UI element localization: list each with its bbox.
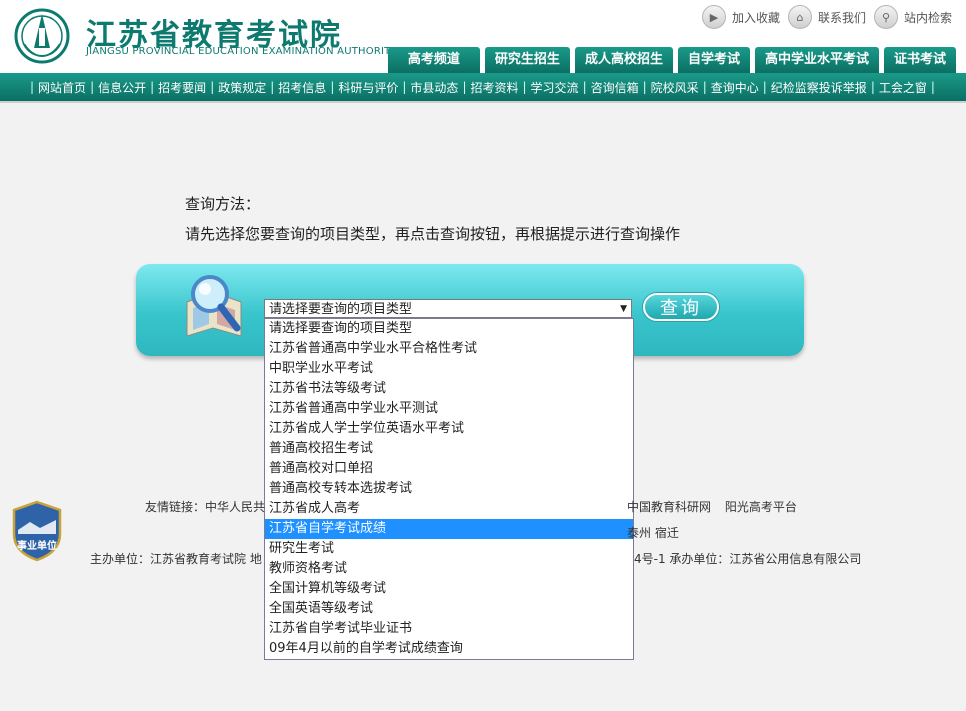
nav-query-center[interactable]: 查询中心 <box>711 79 759 96</box>
public-institution-badge-icon[interactable] <box>10 500 64 562</box>
add-favorite-link[interactable]: ▶ 加入收藏 <box>701 5 780 29</box>
option-ncre[interactable]: 全国计算机等级考试 <box>265 579 633 599</box>
nav-exchange[interactable]: 学习交流 <box>531 79 579 96</box>
nav-complaints[interactable]: 纪检监察投诉举报 <box>771 79 867 96</box>
option-college-admission[interactable]: 普通高校招生考试 <box>265 439 633 459</box>
nav-info-public[interactable]: 信息公开 <box>98 79 146 96</box>
contact-us-link[interactable]: ⌂ 联系我们 <box>787 5 866 29</box>
tab-adult-college[interactable]: 成人高校招生 <box>574 47 673 73</box>
query-method-text: 请先选择您要查询的项目类型，再点击查询按钮，再根据提示进行查询操作 <box>185 225 681 243</box>
home-icon: ⌂ <box>787 5 812 29</box>
tab-graduate[interactable]: 研究生招生 <box>484 47 570 73</box>
option-pre-2009-self-study[interactable]: 09年4月以前的自学考试成绩查询 <box>265 639 633 659</box>
nav-policy[interactable]: 政策规定 <box>218 79 266 96</box>
nav-city-news[interactable]: 市县动态 <box>410 79 458 96</box>
option-self-study-scores[interactable]: 江苏省自学考试成绩 <box>265 519 633 539</box>
map-magnifier-icon <box>186 275 242 337</box>
nav-news[interactable]: 招考要闻 <box>158 79 206 96</box>
site-header: 江苏省教育考试院 JIANGSU PROVINCIAL EDUCATION EX… <box>0 0 966 102</box>
add-favorite-label: 加入收藏 <box>731 10 780 25</box>
tab-gaokao[interactable]: 高考频道 <box>387 47 480 73</box>
option-teacher-qualification[interactable]: 教师资格考试 <box>265 559 633 579</box>
site-logo-subtitle: JIANGSU PROVINCIAL EDUCATION EXAMINATION… <box>86 46 397 57</box>
tab-self-study[interactable]: 自学考试 <box>677 47 750 73</box>
city-links-right[interactable]: 泰州 宿迁 <box>627 524 679 541</box>
option-placeholder[interactable]: 请选择要查询的项目类型 <box>265 319 633 339</box>
option-adult-bachelor-english[interactable]: 江苏省成人学士学位英语水平考试 <box>265 419 633 439</box>
nav-colleges[interactable]: 院校风采 <box>651 79 699 96</box>
top-links: ▶ 加入收藏 ⌂ 联系我们 ⚲ 站内检索 <box>701 5 952 29</box>
logo-emblem-icon <box>14 8 70 64</box>
nav-shadow <box>0 101 966 103</box>
site-search-label: 站内检索 <box>903 10 952 25</box>
nav-union[interactable]: 工会之窗 <box>879 79 927 96</box>
tab-high-school-level[interactable]: 高中学业水平考试 <box>754 47 879 73</box>
nav-materials[interactable]: 招考资料 <box>470 79 518 96</box>
friendly-links-prefix: 友情链接：中华人民共 <box>145 500 266 514</box>
badge-label: 事业单位 <box>17 541 57 552</box>
option-graduate-exam[interactable]: 研究生考试 <box>265 539 633 559</box>
dropdown-arrow-icon: ▼ <box>620 304 627 314</box>
nav-research[interactable]: 科研与评价 <box>338 79 398 96</box>
query-method-title: 查询方法： <box>185 195 261 213</box>
channel-tabs: 高考频道 研究生招生 成人高校招生 自学考试 高中学业水平考试 证书考试 <box>387 47 956 73</box>
option-vocational-admission[interactable]: 普通高校对口单招 <box>265 459 633 479</box>
tab-certificate[interactable]: 证书考试 <box>883 47 956 73</box>
option-adult-gaokao[interactable]: 江苏省成人高考 <box>265 499 633 519</box>
nav-home[interactable]: 网站首页 <box>38 79 86 96</box>
link-chsi[interactable]: 阳光高考平台 <box>725 500 797 514</box>
nav-exam-info[interactable]: 招考信息 <box>278 79 326 96</box>
option-calligraphy[interactable]: 江苏省书法等级考试 <box>265 379 633 399</box>
query-type-select[interactable]: 请选择要查询的项目类型 ▼ <box>264 299 632 318</box>
host-info-right: 4号-1 承办单位：江苏省公用信息有限公司 <box>634 552 862 566</box>
contact-us-label: 联系我们 <box>817 10 866 25</box>
option-vocational-level[interactable]: 中职学业水平考试 <box>265 359 633 379</box>
option-hs-qualification[interactable]: 江苏省普通高中学业水平合格性考试 <box>265 339 633 359</box>
query-type-options: 请选择要查询的项目类型 江苏省普通高中学业水平合格性考试 中职学业水平考试 江苏… <box>264 318 634 660</box>
site-search-link[interactable]: ⚲ 站内检索 <box>873 5 952 29</box>
option-self-study-diploma[interactable]: 江苏省自学考试毕业证书 <box>265 619 633 639</box>
link-cernet[interactable]: 中国教育科研网 <box>627 500 711 514</box>
option-zhuanzhuanben[interactable]: 普通高校专转本选拔考试 <box>265 479 633 499</box>
query-button[interactable]: 查询 <box>643 293 719 321</box>
option-hs-level-test[interactable]: 江苏省普通高中学业水平测试 <box>265 399 633 419</box>
option-pets[interactable]: 全国英语等级考试 <box>265 599 633 619</box>
friendly-links-right: 中国教育科研网 阳光高考平台 <box>627 498 807 515</box>
search-icon: ⚲ <box>873 5 898 29</box>
main-nav: | 网站首页 | 信息公开 | 招考要闻 | 政策规定 | 招考信息 | 科研与评价 | 市县… <box>0 73 966 101</box>
nav-mailbox[interactable]: 咨询信箱 <box>591 79 639 96</box>
query-type-selected-value: 请选择要查询的项目类型 <box>269 302 413 317</box>
host-info-left: 主办单位：江苏省教育考试院 地 <box>90 552 262 566</box>
bookmark-icon: ▶ <box>701 5 726 29</box>
